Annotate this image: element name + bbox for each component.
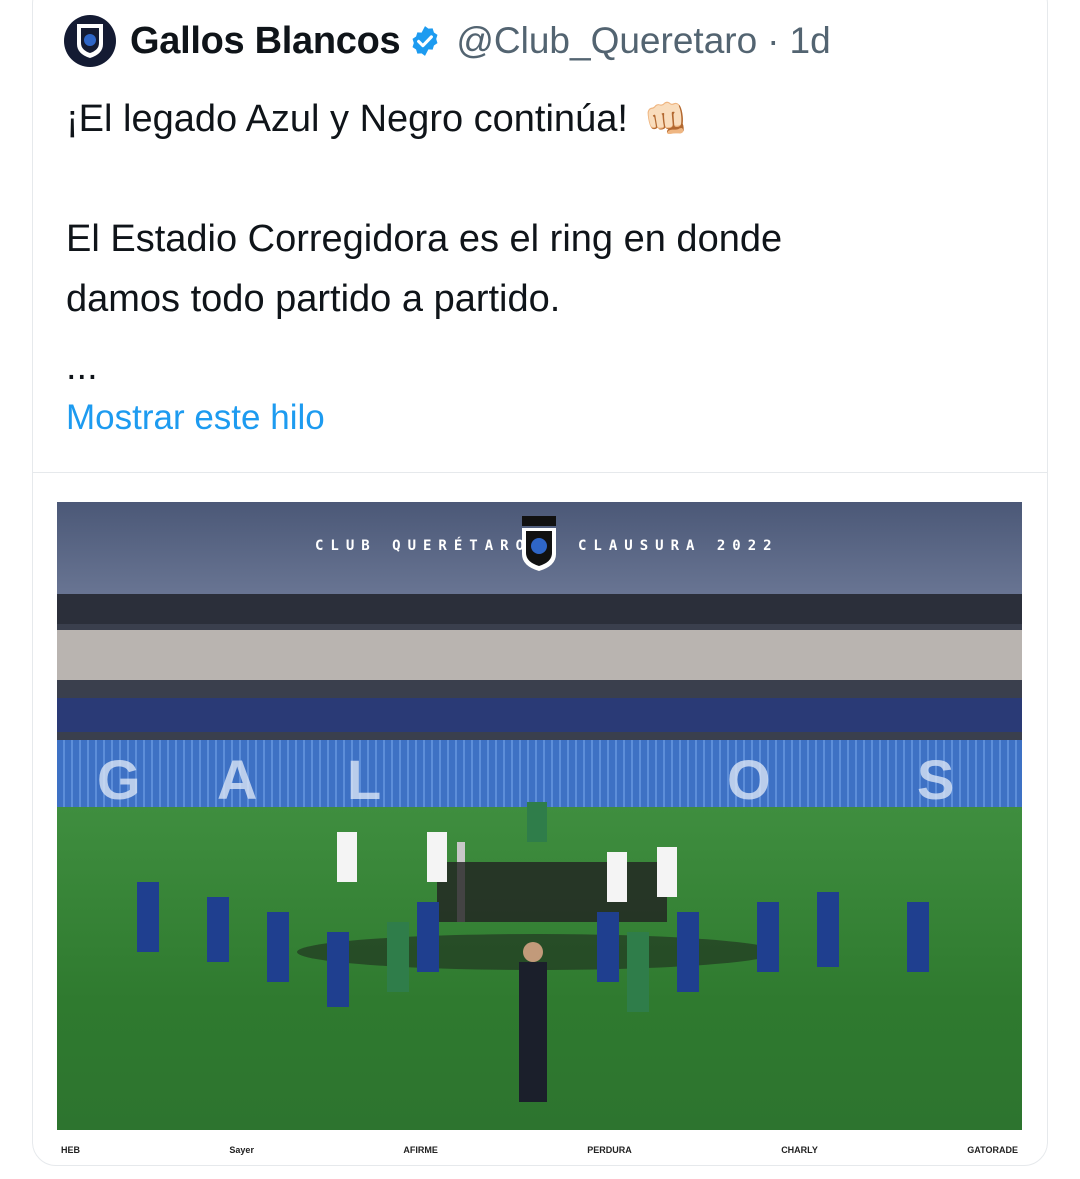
sponsor-logo: CHARLY: [781, 1145, 818, 1155]
sponsor-logo: GATORADE: [967, 1145, 1018, 1155]
stadium-roof: [57, 594, 1022, 624]
poster-title-right: CLAUSURA 2022: [578, 538, 779, 554]
tweet-text-line: ¡El legado Azul y Negro continúa! 👊🏻: [66, 90, 689, 148]
sponsor-logo: AFIRME: [403, 1145, 438, 1155]
verified-badge-icon: [408, 24, 442, 58]
tweet-text-line1: ¡El legado Azul y Negro continúa!: [66, 98, 628, 140]
tweet-text-line2: El Estadio Corregidora es el ring en don…: [66, 218, 783, 260]
sponsor-logo: Sayer: [229, 1145, 254, 1155]
tweet-timestamp[interactable]: 1d: [790, 20, 831, 62]
advertising-boards: [57, 698, 1022, 732]
tweet-ellipsis: ...: [66, 346, 98, 388]
tweet-header: Gallos Blancos @Club_Queretaro · 1d: [64, 14, 964, 68]
players-group: [137, 802, 929, 1102]
separator-dot: ·: [767, 20, 780, 61]
team-photo[interactable]: CLUB QUERÉTARO CLAUSURA 2022 G A L O S: [57, 502, 1022, 1130]
show-thread-link[interactable]: Mostrar este hilo: [66, 398, 325, 438]
sponsor-logo: HEB: [61, 1145, 81, 1155]
avatar[interactable]: [64, 15, 116, 67]
sponsor-strip: HEB Sayer AFIRME PERDURA CHARLY GATORADE: [57, 1136, 1022, 1164]
tweet-text-line3: damos todo partido a partido.: [66, 278, 561, 320]
blue-seats: [57, 740, 1022, 810]
user-handle[interactable]: @Club_Queretaro: [456, 20, 757, 62]
fist-emoji-icon: 👊🏻: [643, 98, 689, 139]
display-name[interactable]: Gallos Blancos: [130, 20, 401, 63]
club-crest-icon: [522, 516, 556, 572]
sponsor-logo: PERDURA: [587, 1145, 632, 1155]
upper-tier: [57, 630, 1022, 680]
poster-title-left: CLUB QUERÉTARO: [315, 538, 532, 554]
